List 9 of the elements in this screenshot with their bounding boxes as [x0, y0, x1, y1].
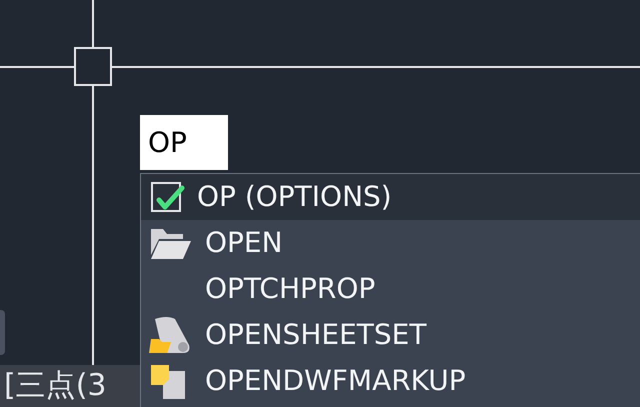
command-prompt-text: [三点(3: [4, 371, 106, 401]
pickbox-square: [74, 47, 112, 86]
command-input-field[interactable]: OP: [140, 115, 228, 170]
suggestion-item[interactable]: OPENSHEETSET: [141, 312, 640, 358]
suggestion-item[interactable]: OPENDWFMARKUP: [141, 358, 640, 404]
suggestion-item[interactable]: OPEN: [141, 220, 640, 266]
suggestion-item[interactable]: OP (OPTIONS): [141, 174, 640, 220]
suggestion-item[interactable]: OPTCHPROP: [141, 266, 640, 312]
checkmark-icon: [149, 180, 185, 214]
